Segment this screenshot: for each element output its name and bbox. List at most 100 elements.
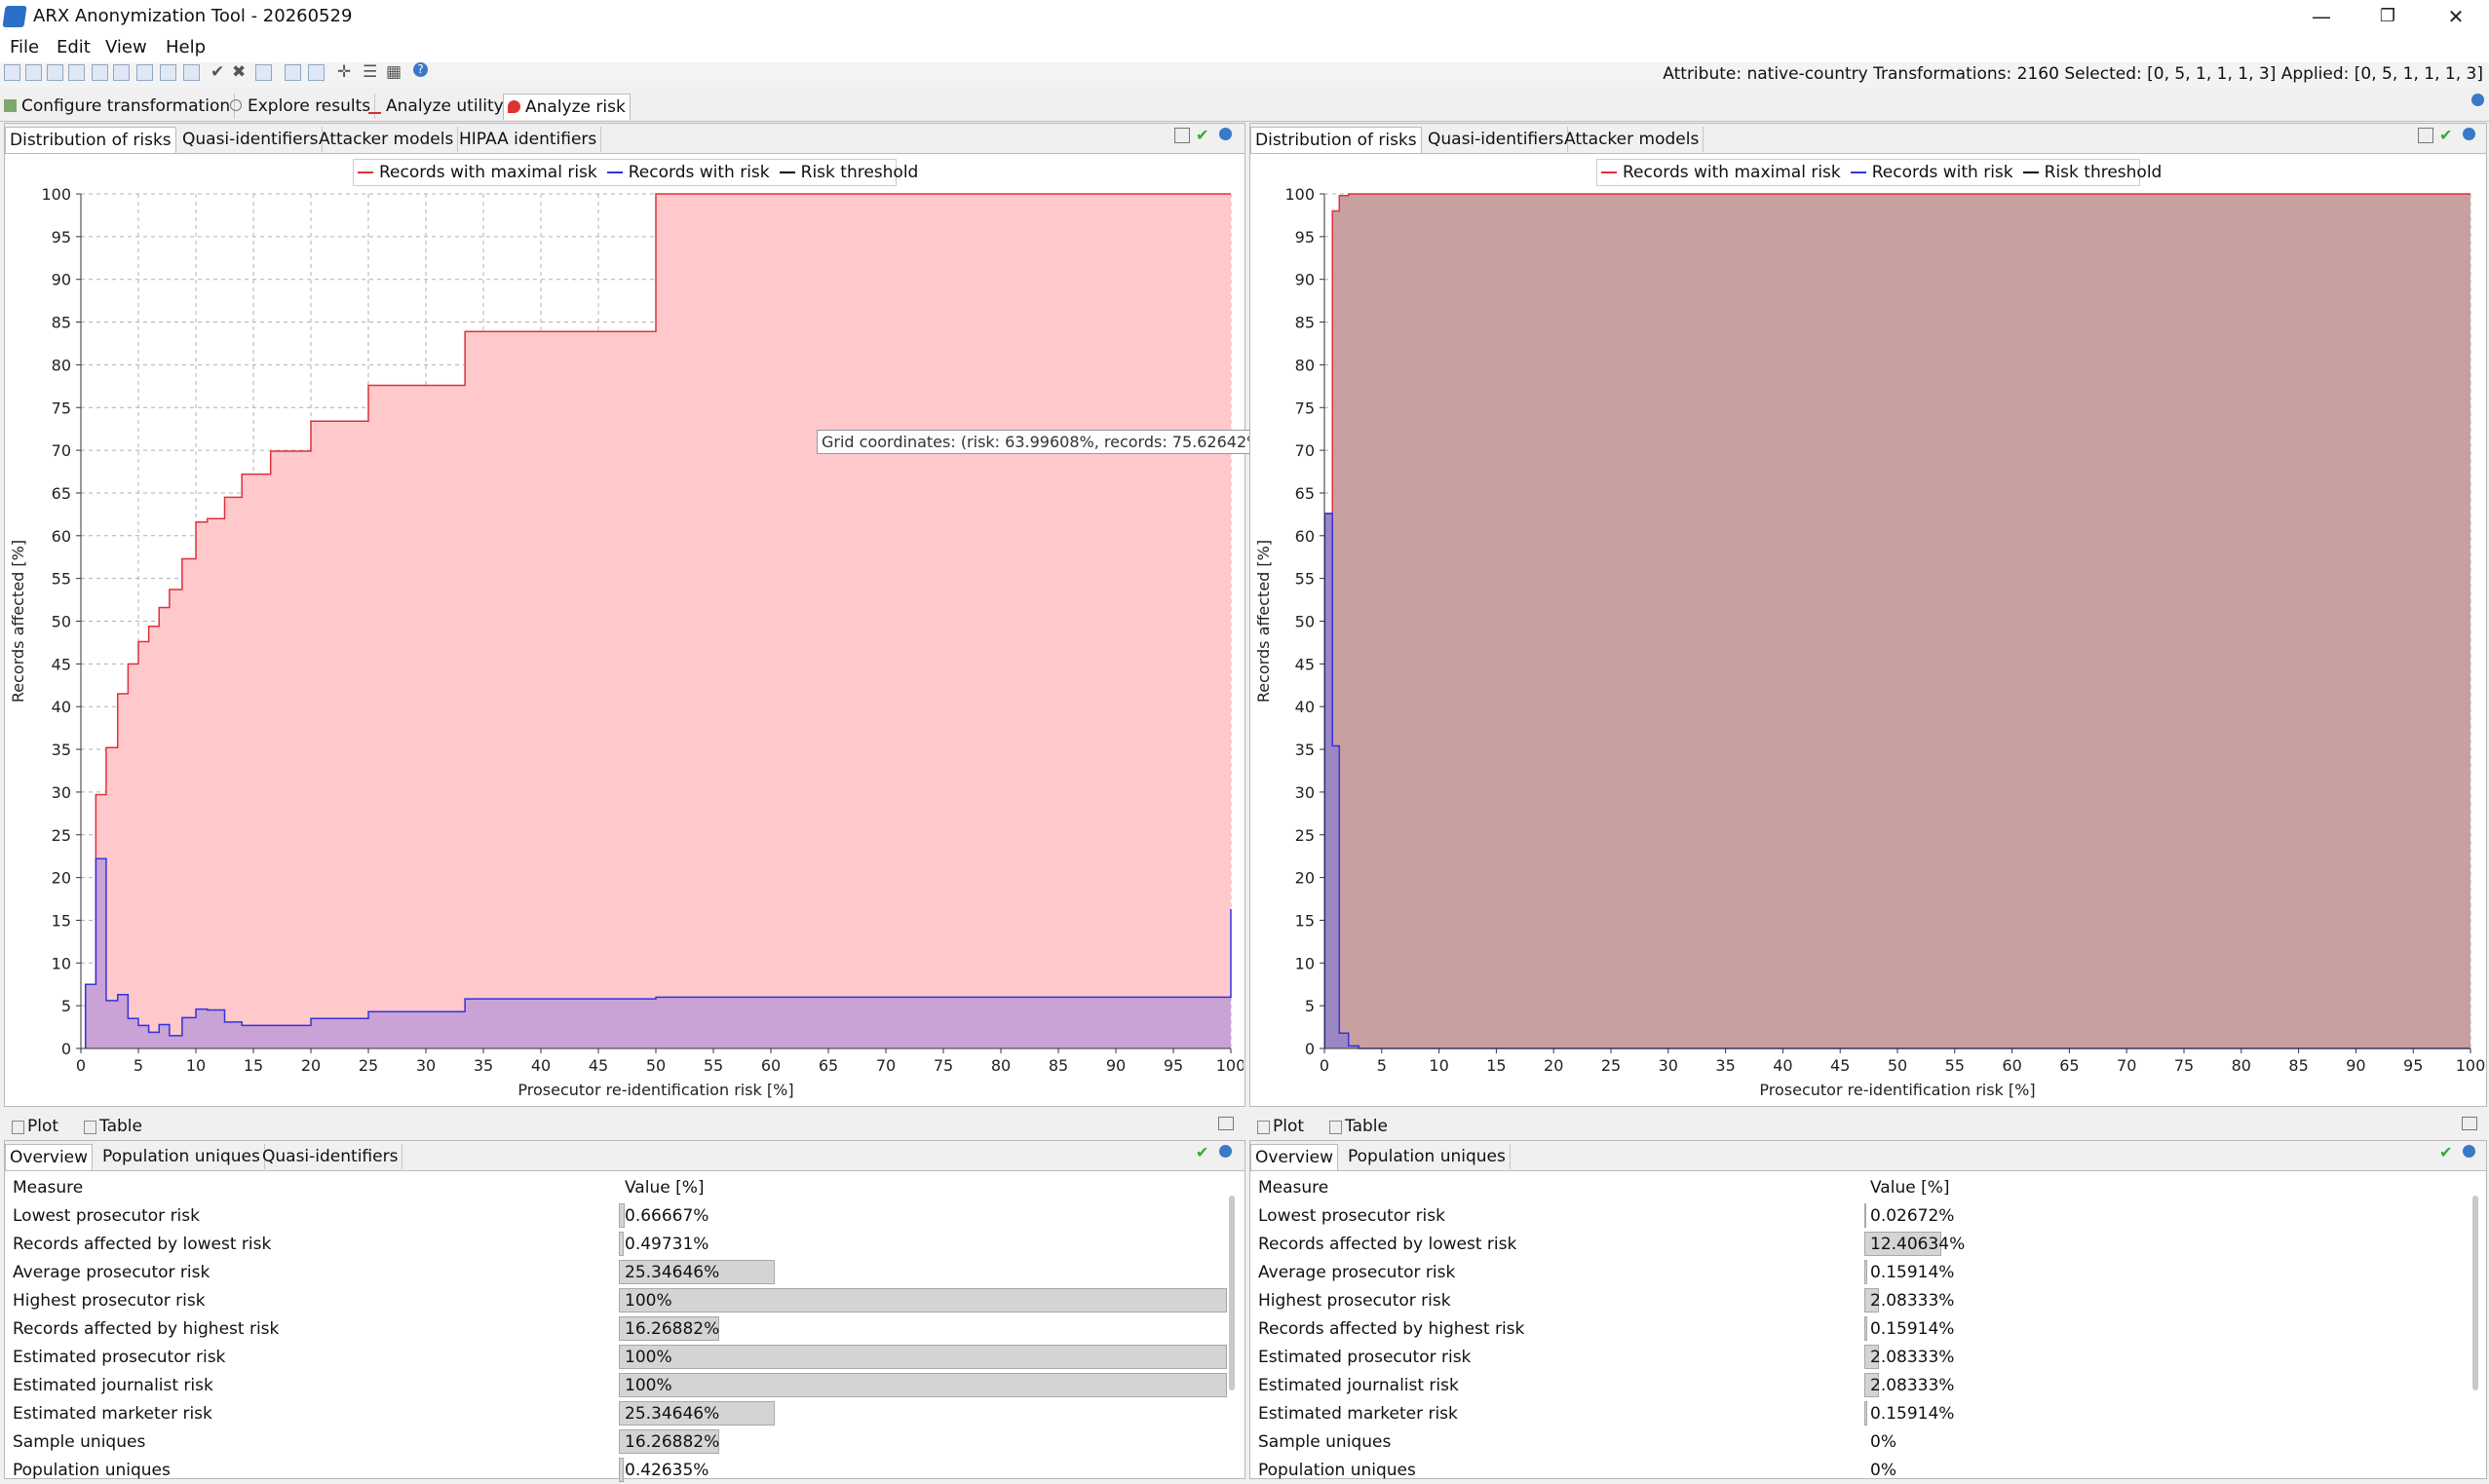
- grid-icon[interactable]: ▦: [386, 62, 402, 82]
- table-row[interactable]: Average prosecutor risk 25.34646%: [5, 1258, 1227, 1286]
- checkmark-icon[interactable]: ✔: [1196, 126, 1208, 144]
- open-project-icon[interactable]: [25, 64, 42, 81]
- tab-quasi-identifiers[interactable]: Quasi-identifiers: [258, 1144, 403, 1169]
- help-icon[interactable]: [2463, 1145, 2475, 1158]
- tab-attacker-models[interactable]: Attacker models: [1560, 127, 1704, 152]
- help-icon[interactable]: [1219, 1145, 1232, 1158]
- menu-help[interactable]: Help: [166, 37, 206, 57]
- x-tick-label: 40: [531, 1056, 551, 1075]
- tab-population-uniques[interactable]: Population uniques: [1344, 1144, 1511, 1169]
- menu-file[interactable]: File: [10, 37, 39, 57]
- minimize-button[interactable]: —: [2292, 0, 2351, 33]
- table-row[interactable]: Average prosecutor risk 0.15914%: [1250, 1258, 2469, 1286]
- value-text: 12.40634%: [1870, 1234, 1966, 1254]
- table-row[interactable]: Estimated journalist risk 100%: [5, 1371, 1227, 1399]
- table-row[interactable]: Highest prosecutor risk 2.08333%: [1250, 1286, 2469, 1314]
- checkmark-icon[interactable]: ✔: [1196, 1143, 1208, 1161]
- measure-cell: Lowest prosecutor risk: [1258, 1205, 1445, 1226]
- value-header[interactable]: Value [%]: [617, 1174, 1227, 1201]
- x-tick-label: 30: [416, 1056, 436, 1075]
- save-project-icon[interactable]: [47, 64, 63, 81]
- table-row[interactable]: Records affected by lowest risk 0.49731%: [5, 1230, 1227, 1258]
- restore-button[interactable]: ❐: [2358, 0, 2417, 33]
- table-row[interactable]: Records affected by highest risk 16.26882…: [5, 1314, 1227, 1343]
- scrollbar[interactable]: [2472, 1196, 2478, 1390]
- table-row[interactable]: Sample uniques 0%: [1250, 1427, 2469, 1456]
- menu-edit[interactable]: Edit: [57, 37, 91, 57]
- x-tick-label: 85: [2288, 1056, 2308, 1075]
- wizard-icon[interactable]: [308, 64, 325, 81]
- table-row[interactable]: Estimated prosecutor risk 2.08333%: [1250, 1343, 2469, 1371]
- table-row[interactable]: Lowest prosecutor risk 0.02672%: [1250, 1201, 2469, 1230]
- checkmark-icon[interactable]: ✔: [2439, 1143, 2452, 1161]
- tab-population-uniques[interactable]: Population uniques: [98, 1144, 265, 1169]
- tab-quasi-identifiers[interactable]: Quasi-identifiers: [1424, 127, 1569, 152]
- import-data-icon[interactable]: [113, 64, 130, 81]
- table-row[interactable]: Estimated prosecutor risk 100%: [5, 1343, 1227, 1371]
- value-text: 16.26882%: [625, 1318, 720, 1339]
- measure-cell: Average prosecutor risk: [13, 1262, 211, 1282]
- export-icon[interactable]: [1174, 128, 1190, 143]
- help-icon[interactable]: ?: [413, 62, 428, 77]
- table-row[interactable]: Records affected by lowest risk 12.40634%: [1250, 1230, 2469, 1258]
- tab-plot[interactable]: Plot: [8, 1115, 62, 1138]
- settings-icon[interactable]: [285, 64, 301, 81]
- table-row[interactable]: Estimated journalist risk 2.08333%: [1250, 1371, 2469, 1399]
- x-tick-label: 50: [1888, 1056, 1907, 1075]
- export-data-icon[interactable]: [160, 64, 176, 81]
- tab-table[interactable]: Table: [1325, 1115, 1392, 1138]
- x-tick-label: 10: [186, 1056, 206, 1075]
- table-row[interactable]: Estimated marketer risk 0.15914%: [1250, 1399, 2469, 1427]
- crosshair-icon[interactable]: ✛: [337, 62, 351, 82]
- tab-explore-results[interactable]: Explore results: [226, 94, 376, 119]
- help-icon[interactable]: [2471, 94, 2484, 106]
- new-project-icon[interactable]: [4, 64, 20, 81]
- table-row[interactable]: Estimated marketer risk 25.34646%: [5, 1399, 1227, 1427]
- tab-analyze-utility[interactable]: Analyze utility: [364, 94, 509, 119]
- tab-overview[interactable]: Overview: [1250, 1144, 1339, 1170]
- tab-overview[interactable]: Overview: [5, 1144, 94, 1170]
- menu-view[interactable]: View: [105, 37, 147, 57]
- tab-attacker-models[interactable]: Attacker models: [315, 127, 459, 152]
- help-icon[interactable]: [1219, 128, 1232, 140]
- x-tick-label: 50: [646, 1056, 666, 1075]
- import-hierarchy-icon[interactable]: [136, 64, 153, 81]
- export-icon[interactable]: [2462, 1117, 2477, 1130]
- tab-hipaa-identifiers[interactable]: HIPAA identifiers: [455, 127, 602, 152]
- table-row[interactable]: Sample uniques 16.26882%: [5, 1427, 1227, 1456]
- value-cell: 2.08333%: [1862, 1343, 2469, 1371]
- table-row[interactable]: Population uniques 0.42635%: [5, 1456, 1227, 1484]
- tab-quasi-identifiers[interactable]: Quasi-identifiers: [178, 127, 324, 152]
- tab-table[interactable]: Table: [80, 1115, 146, 1138]
- table-row[interactable]: Population uniques 0%: [1250, 1456, 2469, 1484]
- value-header[interactable]: Value [%]: [1862, 1174, 2469, 1201]
- tab-plot[interactable]: Plot: [1253, 1115, 1308, 1138]
- save-as-icon[interactable]: [68, 64, 85, 81]
- export-icon[interactable]: [1218, 1117, 1234, 1130]
- export-icon[interactable]: [2418, 128, 2433, 143]
- scrollbar[interactable]: [1229, 1196, 1235, 1390]
- help-icon[interactable]: [2463, 128, 2475, 140]
- value-bar: [619, 1232, 625, 1256]
- tab-analyze-risk[interactable]: Analyze risk: [503, 94, 631, 120]
- close-button[interactable]: ✕: [2427, 0, 2485, 33]
- measure-header[interactable]: Measure: [1250, 1174, 1862, 1201]
- table-row[interactable]: Lowest prosecutor risk 0.66667%: [5, 1201, 1227, 1230]
- tab-configure-transformation[interactable]: Configure transformation: [0, 94, 236, 119]
- close-project-icon[interactable]: [92, 64, 108, 81]
- list-icon[interactable]: ☰: [363, 62, 377, 82]
- table-row[interactable]: Records affected by highest risk 0.15914%: [1250, 1314, 2469, 1343]
- measure-header[interactable]: Measure: [5, 1174, 617, 1201]
- right-table-tab-bar: Overview Population uniques: [1250, 1141, 2486, 1171]
- remove-icon[interactable]: ✖: [232, 62, 246, 82]
- find-transformation-icon[interactable]: [255, 64, 272, 81]
- tab-distribution-of-risks[interactable]: Distribution of risks: [1250, 127, 1422, 153]
- x-tick-label: 15: [1486, 1056, 1506, 1075]
- tab-distribution-of-risks[interactable]: Distribution of risks: [5, 127, 176, 153]
- checkmark-icon[interactable]: ✔: [2439, 126, 2452, 144]
- table-row[interactable]: Highest prosecutor risk 100%: [5, 1286, 1227, 1314]
- export-hierarchy-icon[interactable]: [183, 64, 200, 81]
- y-tick-label: 70: [52, 441, 71, 460]
- anonymize-icon[interactable]: ✔: [211, 62, 224, 82]
- y-tick-label: 55: [1295, 570, 1315, 589]
